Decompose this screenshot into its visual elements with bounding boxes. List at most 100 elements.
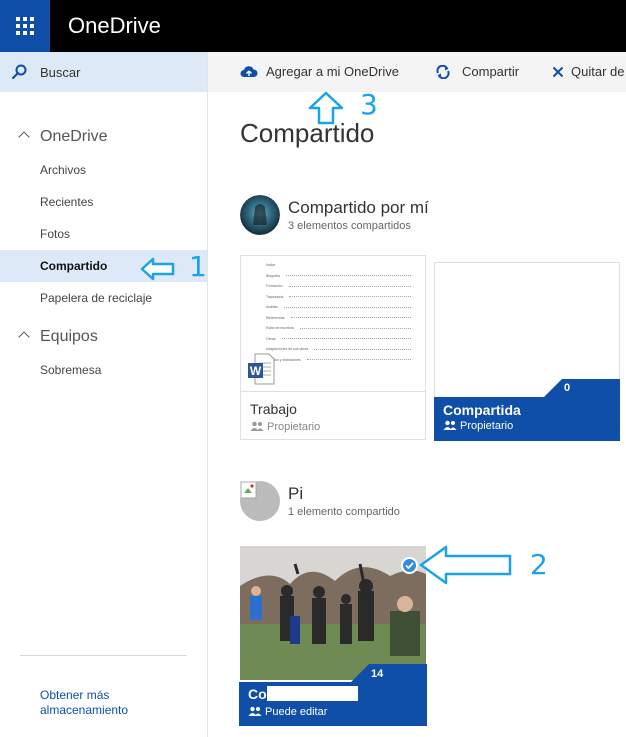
- folder-tile-compartida[interactable]: 0 Compartida Propietario: [434, 262, 620, 441]
- add-to-onedrive-button[interactable]: Agregar a mi OneDrive: [240, 52, 420, 92]
- annotation-number-2: 2: [530, 548, 548, 581]
- document-preview-text: Indice: [266, 263, 276, 268]
- nav-divider: [20, 655, 187, 656]
- search-icon: [11, 64, 27, 80]
- document-preview-line: Obras: [266, 334, 411, 345]
- document-preview-text: Análisis: [266, 305, 279, 310]
- document-preview-line: Adaptaciones de sus obras: [266, 344, 411, 355]
- file-meta-label: Propietario: [267, 421, 321, 433]
- item-count-badge: 0: [564, 382, 571, 394]
- document-preview-text: Biografía: [266, 273, 281, 278]
- document-preview-line: Biografía: [266, 271, 411, 282]
- document-preview-line: Trayectoria: [266, 292, 411, 303]
- document-preview-line: Premios y distinciones: [266, 355, 411, 366]
- people-icon: [443, 420, 457, 430]
- avatar[interactable]: [240, 481, 280, 521]
- search-box[interactable]: Buscar: [0, 52, 207, 92]
- avatar[interactable]: [240, 195, 280, 235]
- document-preview-text: Referencias: [266, 315, 285, 320]
- cloud-upload-icon: [240, 66, 258, 77]
- folder-meta: Propietario: [443, 420, 513, 432]
- nav-item-fotos[interactable]: Fotos: [0, 218, 207, 250]
- nav-section-label: Equipos: [40, 328, 98, 345]
- checkmark-icon: [405, 562, 414, 570]
- nav-item-label: Sobremesa: [40, 363, 102, 377]
- nav-item-label: Fotos: [40, 227, 71, 241]
- remove-button[interactable]: Quitar de: [552, 52, 626, 92]
- share-button[interactable]: Compartir: [435, 52, 535, 92]
- people-icon: [250, 421, 264, 431]
- nav-item-label: Papelera de reciclaje: [40, 291, 153, 305]
- document-preview-text: Adaptaciones de sus obras: [266, 347, 309, 352]
- nav-item-label: Compartido: [40, 259, 108, 273]
- document-preview-line: Análisis: [266, 302, 411, 313]
- document-preview-line: Indice: [266, 260, 411, 271]
- add-to-onedrive-label: Agregar a mi OneDrive: [266, 64, 399, 79]
- document-preview-line: Estilo de escritura: [266, 323, 411, 334]
- document-preview-leader: [314, 348, 411, 350]
- app-title[interactable]: OneDrive: [68, 13, 161, 39]
- file-name: Trabajo: [250, 401, 297, 417]
- word-icon: W: [248, 353, 275, 385]
- top-bar: OneDrive: [0, 0, 626, 52]
- document-preview-line: Referencias: [266, 313, 411, 324]
- section-title: Pi: [288, 484, 304, 503]
- document-preview-leader: [299, 327, 411, 329]
- document-preview-text: Estilo de escritura: [266, 326, 294, 331]
- folder-meta-label: Puede editar: [265, 706, 328, 718]
- section-title: Compartido por mí: [288, 198, 429, 217]
- nav-item-archivos[interactable]: Archivos: [0, 154, 207, 186]
- section-subtitle: 1 elemento compartido: [288, 506, 400, 518]
- annotation-number-1: 1: [189, 250, 207, 283]
- document-preview-text: Obras: [266, 336, 276, 341]
- remove-label: Quitar de: [571, 64, 625, 79]
- folder-meta-label: Propietario: [460, 420, 514, 432]
- annotation-arrow-left: [419, 545, 512, 585]
- folder-photo-thumbnail: [240, 546, 426, 680]
- svg-text:W: W: [250, 364, 262, 378]
- document-preview-lines: Indice Biografía Formación Trayectoria Análi…: [266, 260, 411, 365]
- file-tile-trabajo[interactable]: Indice Biografía Formación Trayectoria Análi…: [240, 255, 426, 440]
- app-launcher-button[interactable]: [0, 0, 50, 52]
- document-thumbnail: Indice Biografía Formación Trayectoria Análi…: [241, 256, 425, 392]
- share-label: Compartir: [462, 64, 520, 79]
- get-more-storage-link[interactable]: Obtener más almacenamiento: [40, 688, 180, 718]
- share-icon: [436, 65, 450, 79]
- nav-item-sobremesa[interactable]: Sobremesa: [0, 354, 207, 386]
- chevron-up-icon: [18, 331, 30, 343]
- redaction-block: [266, 686, 358, 701]
- folder-tile-shared-with-me[interactable]: 14 Co Puede editar: [239, 546, 427, 726]
- annotation-arrow-left: [140, 257, 175, 281]
- people-icon: [248, 706, 262, 716]
- nav-section-label: OneDrive: [40, 128, 108, 145]
- avatar-image: [240, 195, 280, 235]
- section-subtitle: 3 elementos compartidos: [288, 220, 411, 232]
- nav-section-equipos[interactable]: Equipos: [18, 328, 98, 346]
- search-label: Buscar: [40, 65, 81, 80]
- nav-item-recientes[interactable]: Recientes: [0, 186, 207, 218]
- nav-item-label: Archivos: [40, 163, 87, 177]
- broken-image-avatar: [240, 481, 280, 521]
- document-preview-leader: [289, 296, 411, 298]
- nav-item-papelera[interactable]: Papelera de reciclaje: [0, 282, 207, 314]
- document-preview-leader: [306, 359, 411, 361]
- file-meta: Propietario: [250, 421, 320, 433]
- selection-checkbox[interactable]: [401, 557, 418, 574]
- folder-name: Compartida: [443, 402, 521, 418]
- document-preview-leader: [284, 306, 411, 308]
- command-bar: Agregar a mi OneDrive Compartir Quitar d…: [208, 52, 626, 92]
- document-preview-text: Formación: [266, 284, 283, 289]
- annotation-number-3: 3: [360, 88, 378, 121]
- document-preview-leader: [286, 275, 411, 277]
- folder-name: Co: [248, 686, 267, 702]
- close-icon: [552, 66, 564, 78]
- document-preview-line: Formación: [266, 281, 411, 292]
- folder-name-row: Co: [248, 686, 358, 704]
- document-preview-leader: [290, 317, 411, 319]
- nav-section-onedrive[interactable]: OneDrive: [18, 128, 108, 146]
- annotation-arrow-up: [308, 91, 344, 125]
- waffle-icon: [16, 17, 34, 35]
- nav-item-label: Recientes: [40, 195, 94, 209]
- document-preview-text: Trayectoria: [266, 294, 284, 299]
- item-count-badge: 14: [371, 668, 384, 680]
